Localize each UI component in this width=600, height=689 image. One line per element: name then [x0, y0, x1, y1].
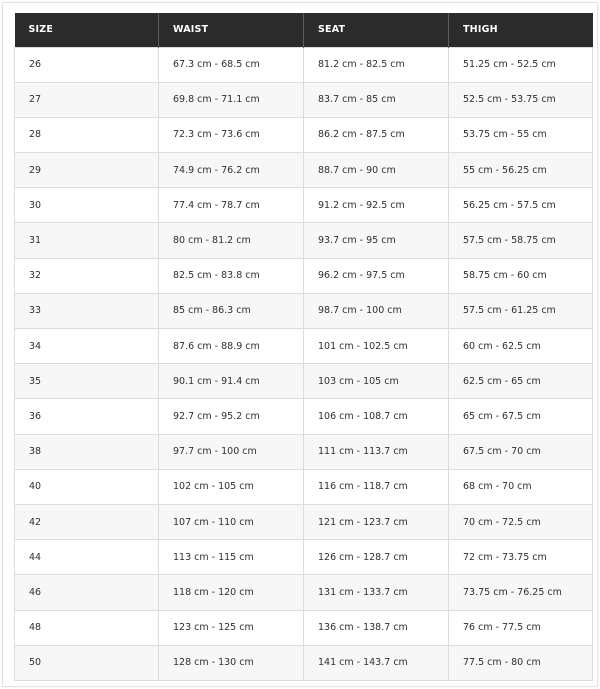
thigh-cell: 68 cm - 70 cm: [448, 468, 593, 505]
size-cell: 36: [14, 398, 159, 435]
table-row: 26 67.3 cm - 68.5 cm 81.2 cm - 82.5 cm 51.2…: [14, 46, 593, 83]
thigh-cell: 65 cm - 67.5 cm: [448, 398, 593, 435]
size-cell: 32: [14, 257, 159, 294]
thigh-cell: 73.75 cm - 76.25 cm: [448, 574, 593, 611]
waist-cell: 80 cm - 81.2 cm: [158, 222, 304, 259]
thigh-cell: 56.25 cm - 57.5 cm: [448, 187, 593, 224]
waist-cell: 74.9 cm - 76.2 cm: [158, 152, 304, 189]
table-row: 30 77.4 cm - 78.7 cm 91.2 cm - 92.5 cm 56.2…: [14, 187, 593, 224]
waist-cell: 77.4 cm - 78.7 cm: [158, 187, 304, 224]
seat-cell: 111 cm - 113.7 cm: [303, 433, 449, 470]
thigh-cell: 62.5 cm - 65 cm: [448, 363, 593, 400]
table-row: 36 92.7 cm - 95.2 cm 106 cm - 108.7 cm 65 c…: [14, 398, 593, 435]
size-chart-table: SIZE WAIST SEAT THIGH 26 67.3 cm - 68.5 c…: [14, 13, 593, 681]
table-row: 48 123 cm - 125 cm 136 cm - 138.7 cm 76 cm …: [14, 609, 593, 646]
size-cell: 30: [14, 187, 159, 224]
size-cell: 26: [14, 46, 159, 83]
size-cell: 50: [14, 644, 159, 681]
size-cell: 46: [14, 574, 159, 611]
thigh-cell: 57.5 cm - 61.25 cm: [448, 292, 593, 330]
waist-cell: 72.3 cm - 73.6 cm: [158, 116, 304, 154]
size-cell: 40: [14, 468, 159, 505]
table-row: 42 107 cm - 110 cm 121 cm - 123.7 cm 70 cm …: [14, 503, 593, 541]
size-cell: 34: [14, 327, 159, 365]
table-row: 50 128 cm - 130 cm 141 cm - 143.7 cm 77.5 c…: [14, 644, 593, 681]
seat-cell: 101 cm - 102.5 cm: [303, 327, 449, 365]
waist-cell: 87.6 cm - 88.9 cm: [158, 327, 304, 365]
waist-cell: 69.8 cm - 71.1 cm: [158, 81, 304, 118]
seat-cell: 81.2 cm - 82.5 cm: [303, 46, 449, 83]
seat-cell: 88.7 cm - 90 cm: [303, 152, 449, 189]
thigh-cell: 52.5 cm - 53.75 cm: [448, 81, 593, 118]
waist-cell: 90.1 cm - 91.4 cm: [158, 363, 304, 400]
table-row: 44 113 cm - 115 cm 126 cm - 128.7 cm 72 cm …: [14, 539, 593, 576]
seat-cell: 86.2 cm - 87.5 cm: [303, 116, 449, 154]
waist-cell: 85 cm - 86.3 cm: [158, 292, 304, 330]
size-cell: 38: [14, 433, 159, 470]
thigh-cell: 53.75 cm - 55 cm: [448, 116, 593, 154]
seat-cell: 83.7 cm - 85 cm: [303, 81, 449, 118]
table-body: 26 67.3 cm - 68.5 cm 81.2 cm - 82.5 cm 51.2…: [14, 46, 593, 681]
size-cell: 27: [14, 81, 159, 118]
table-row: 31 80 cm - 81.2 cm 93.7 cm - 95 cm 57.5 cm …: [14, 222, 593, 259]
thigh-cell: 72 cm - 73.75 cm: [448, 539, 593, 576]
thigh-cell: 57.5 cm - 58.75 cm: [448, 222, 593, 259]
waist-cell: 128 cm - 130 cm: [158, 644, 304, 681]
size-cell: 29: [14, 152, 159, 189]
waist-cell: 113 cm - 115 cm: [158, 539, 304, 576]
seat-cell: 103 cm - 105 cm: [303, 363, 449, 400]
thigh-cell: 55 cm - 56.25 cm: [448, 152, 593, 189]
waist-cell: 118 cm - 120 cm: [158, 574, 304, 611]
seat-cell: 136 cm - 138.7 cm: [303, 609, 449, 646]
seat-cell: 121 cm - 123.7 cm: [303, 503, 449, 541]
size-cell: 35: [14, 363, 159, 400]
seat-cell: 96.2 cm - 97.5 cm: [303, 257, 449, 294]
thigh-cell: 58.75 cm - 60 cm: [448, 257, 593, 294]
header-waist: WAIST: [158, 13, 304, 47]
table-row: 27 69.8 cm - 71.1 cm 83.7 cm - 85 cm 52.5 c…: [14, 81, 593, 118]
thigh-cell: 77.5 cm - 80 cm: [448, 644, 593, 681]
size-cell: 28: [14, 116, 159, 154]
seat-cell: 131 cm - 133.7 cm: [303, 574, 449, 611]
header-thigh: THIGH: [448, 13, 593, 47]
waist-cell: 123 cm - 125 cm: [158, 609, 304, 646]
seat-cell: 141 cm - 143.7 cm: [303, 644, 449, 681]
seat-cell: 126 cm - 128.7 cm: [303, 539, 449, 576]
table-row: 32 82.5 cm - 83.8 cm 96.2 cm - 97.5 cm 58.7…: [14, 257, 593, 294]
seat-cell: 91.2 cm - 92.5 cm: [303, 187, 449, 224]
header-size: SIZE: [14, 13, 159, 47]
size-chart-frame: SIZE WAIST SEAT THIGH 26 67.3 cm - 68.5 c…: [2, 2, 598, 687]
thigh-cell: 70 cm - 72.5 cm: [448, 503, 593, 541]
table-header: SIZE WAIST SEAT THIGH: [14, 13, 593, 47]
seat-cell: 98.7 cm - 100 cm: [303, 292, 449, 330]
table-row: 46 118 cm - 120 cm 131 cm - 133.7 cm 73.75 …: [14, 574, 593, 611]
thigh-cell: 60 cm - 62.5 cm: [448, 327, 593, 365]
thigh-cell: 76 cm - 77.5 cm: [448, 609, 593, 646]
size-cell: 44: [14, 539, 159, 576]
table-row: 40 102 cm - 105 cm 116 cm - 118.7 cm 68 cm …: [14, 468, 593, 505]
waist-cell: 82.5 cm - 83.8 cm: [158, 257, 304, 294]
header-seat: SEAT: [303, 13, 449, 47]
waist-cell: 107 cm - 110 cm: [158, 503, 304, 541]
table-row: 33 85 cm - 86.3 cm 98.7 cm - 100 cm 57.5 cm…: [14, 292, 593, 330]
seat-cell: 106 cm - 108.7 cm: [303, 398, 449, 435]
size-cell: 42: [14, 503, 159, 541]
thigh-cell: 67.5 cm - 70 cm: [448, 433, 593, 470]
waist-cell: 102 cm - 105 cm: [158, 468, 304, 505]
table-row: 28 72.3 cm - 73.6 cm 86.2 cm - 87.5 cm 53.7…: [14, 116, 593, 154]
seat-cell: 116 cm - 118.7 cm: [303, 468, 449, 505]
header-row: SIZE WAIST SEAT THIGH: [14, 13, 593, 47]
table-row: 38 97.7 cm - 100 cm 111 cm - 113.7 cm 67.5 …: [14, 433, 593, 470]
waist-cell: 67.3 cm - 68.5 cm: [158, 46, 304, 83]
table-row: 34 87.6 cm - 88.9 cm 101 cm - 102.5 cm 60 c…: [14, 327, 593, 365]
seat-cell: 93.7 cm - 95 cm: [303, 222, 449, 259]
waist-cell: 92.7 cm - 95.2 cm: [158, 398, 304, 435]
table-row: 35 90.1 cm - 91.4 cm 103 cm - 105 cm 62.5 c…: [14, 363, 593, 400]
size-cell: 48: [14, 609, 159, 646]
thigh-cell: 51.25 cm - 52.5 cm: [448, 46, 593, 83]
table-row: 29 74.9 cm - 76.2 cm 88.7 cm - 90 cm 55 cm …: [14, 152, 593, 189]
size-cell: 33: [14, 292, 159, 330]
waist-cell: 97.7 cm - 100 cm: [158, 433, 304, 470]
size-cell: 31: [14, 222, 159, 259]
